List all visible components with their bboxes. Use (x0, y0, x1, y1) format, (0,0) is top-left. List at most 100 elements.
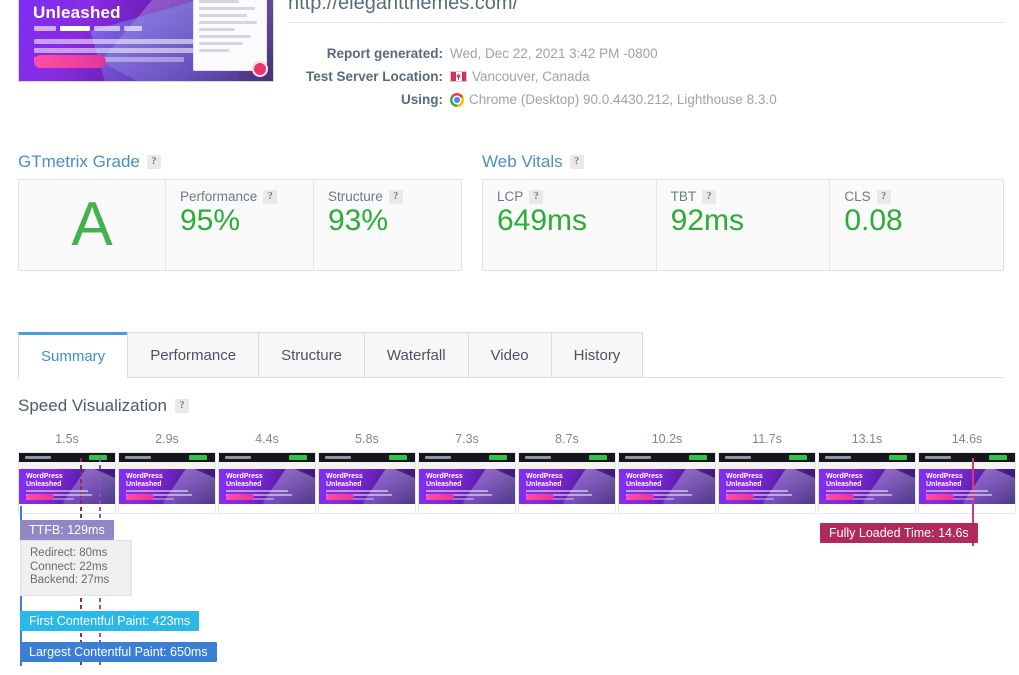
frame-text-line (126, 490, 188, 492)
frame-headline: WordPress Unleashed (526, 473, 563, 489)
frame-footer (519, 504, 615, 513)
frame-headline-line2: Unleashed (926, 481, 962, 488)
frame-cta-button (626, 494, 654, 500)
frame-cta-button (226, 494, 254, 500)
timeline-tick: 13.1s (851, 432, 883, 446)
badge-ttfb[interactable]: TTFB: 129ms (20, 520, 114, 540)
meta-value: Wed, Dec 22, 2021 3:42 PM -0800 (450, 46, 658, 61)
filmstrip-frame[interactable]: WordPress Unleashed (218, 452, 316, 514)
tab-video[interactable]: Video (467, 332, 552, 377)
filmstrip-frame[interactable]: WordPress Unleashed (618, 452, 716, 514)
frame-headline-line1: WordPress (626, 473, 663, 480)
metric-structure-head: Structure ? (328, 189, 461, 204)
frame-footer (219, 504, 315, 513)
metric-cls: CLS ? 0.08 (829, 180, 1003, 270)
tab-summary[interactable]: Summary (18, 332, 129, 378)
frame-address-highlight (489, 455, 507, 460)
frame-browser-chrome (119, 453, 215, 462)
frame-browser-chrome (319, 453, 415, 462)
frame-toolbar (319, 462, 415, 469)
frame-text-line (526, 490, 588, 492)
report-tabs: Summary Performance Structure Waterfall Vide… (18, 332, 1004, 378)
frame-address-highlight (89, 455, 107, 460)
page-preview-thumbnail[interactable]: Unleashed (18, 0, 274, 82)
metric-performance-value: 95% (180, 204, 241, 237)
tab-structure[interactable]: Structure (258, 332, 365, 377)
frame-text-line (826, 490, 888, 492)
ttfb-connect: Connect: 22ms (30, 560, 108, 573)
metric-lcp: LCP ? 649ms (483, 180, 656, 270)
badge-largest-contentful-paint[interactable]: Largest Contentful Paint: 650ms (20, 642, 217, 662)
metric-structure: Structure ? 93% (313, 180, 461, 270)
meta-label: Test Server Location: (305, 69, 443, 84)
filmstrip-frame[interactable]: WordPress Unleashed (918, 452, 1016, 514)
filmstrip-frame[interactable]: WordPress Unleashed (718, 452, 816, 514)
frame-address-highlight (389, 455, 407, 460)
speed-visualization-section: Speed Visualization ? 1.5s 2.9s 4.4s 5.8s 7.… (18, 396, 1016, 666)
help-icon[interactable]: ? (876, 189, 891, 204)
frame-footer (619, 504, 715, 513)
metric-tbt-label: TBT (670, 189, 697, 204)
frame-headline-line1: WordPress (426, 473, 463, 480)
gtmetrix-grade-block: GTmetrix Grade ? A Performance ? 95% Str… (18, 152, 462, 271)
frame-toolbar (819, 462, 915, 469)
badge-first-contentful-paint[interactable]: First Contentful Paint: 423ms (20, 611, 200, 631)
frame-headline: WordPress Unleashed (626, 473, 663, 489)
meta-label: Report generated: (326, 46, 443, 61)
canada-flag-icon (450, 71, 467, 82)
gtmetrix-report-page: Unleashed http://elegantthemes.com/ Repo… (0, 0, 1019, 675)
frame-headline-line2: Unleashed (626, 481, 662, 488)
frame-headline: WordPress Unleashed (926, 473, 963, 489)
frame-address-highlight (289, 455, 307, 460)
frame-address-highlight (789, 455, 807, 460)
ttfb-redirect: Redirect: 80ms (30, 547, 108, 559)
filmstrip-frame[interactable]: WordPress Unleashed (118, 452, 216, 514)
metric-structure-label: Structure (328, 189, 383, 204)
frame-headline-line1: WordPress (926, 473, 963, 480)
help-icon[interactable]: ? (569, 155, 584, 169)
help-icon[interactable]: ? (388, 189, 403, 204)
help-icon[interactable]: ? (263, 189, 278, 204)
report-url[interactable]: http://elegantthemes.com/ (288, 0, 518, 15)
timeline-tick: 5.8s (355, 432, 379, 446)
frame-cta-button (726, 494, 754, 500)
timeline-tick: 7.3s (455, 432, 479, 446)
chrome-icon (450, 92, 464, 107)
frame-headline-line1: WordPress (326, 473, 363, 480)
preview-badge-icon (252, 61, 268, 77)
filmstrip-frame[interactable]: WordPress Unleashed (518, 452, 616, 514)
frame-text-line (726, 490, 788, 492)
frame-headline-line1: WordPress (826, 473, 863, 480)
timeline-tick: 11.7s (752, 432, 782, 446)
metric-tbt-head: TBT ? (671, 189, 830, 204)
gtmetrix-grade-heading: GTmetrix Grade ? (18, 152, 462, 172)
tab-history[interactable]: History (550, 332, 644, 377)
meta-row-report-generated: Report generated: Wed, Dec 22, 2021 3:42… (288, 42, 777, 65)
help-icon[interactable]: ? (529, 189, 544, 204)
meta-row-using: Using: Chrome (Desktop) 90.0.4430.212, L… (288, 88, 777, 111)
frame-text-line (226, 490, 288, 492)
filmstrip-frame[interactable]: WordPress Unleashed (318, 452, 416, 514)
filmstrip-frame[interactable]: WordPress Unleashed (418, 452, 516, 514)
meta-value: Vancouver, Canada (450, 69, 590, 84)
frame-address-highlight (889, 455, 907, 460)
help-icon[interactable]: ? (702, 189, 717, 204)
metric-performance-head: Performance ? (180, 189, 313, 204)
help-icon[interactable]: ? (175, 399, 190, 413)
filmstrip-frame[interactable]: WordPress Unleashed (818, 452, 916, 514)
filmstrip-frame[interactable]: WordPress Unleashed (18, 452, 116, 514)
tab-waterfall[interactable]: Waterfall (363, 332, 469, 377)
frame-headline-line1: WordPress (226, 473, 263, 480)
preview-side-card (193, 0, 267, 71)
frame-address-highlight (689, 455, 707, 460)
using-value: Chrome (Desktop) 90.0.4430.212, Lighthou… (469, 92, 777, 107)
metric-performance-label: Performance (180, 189, 258, 204)
badge-fully-loaded-time[interactable]: Fully Loaded Time: 14.6s (820, 523, 978, 543)
help-icon[interactable]: ? (146, 155, 161, 169)
frame-headline: WordPress Unleashed (126, 473, 163, 489)
frame-headline: WordPress Unleashed (826, 473, 863, 489)
metric-tbt: TBT ? 92ms (655, 180, 830, 270)
frame-footer (919, 504, 1015, 513)
tab-performance[interactable]: Performance (127, 332, 260, 377)
timeline-tick: 4.4s (255, 432, 279, 446)
